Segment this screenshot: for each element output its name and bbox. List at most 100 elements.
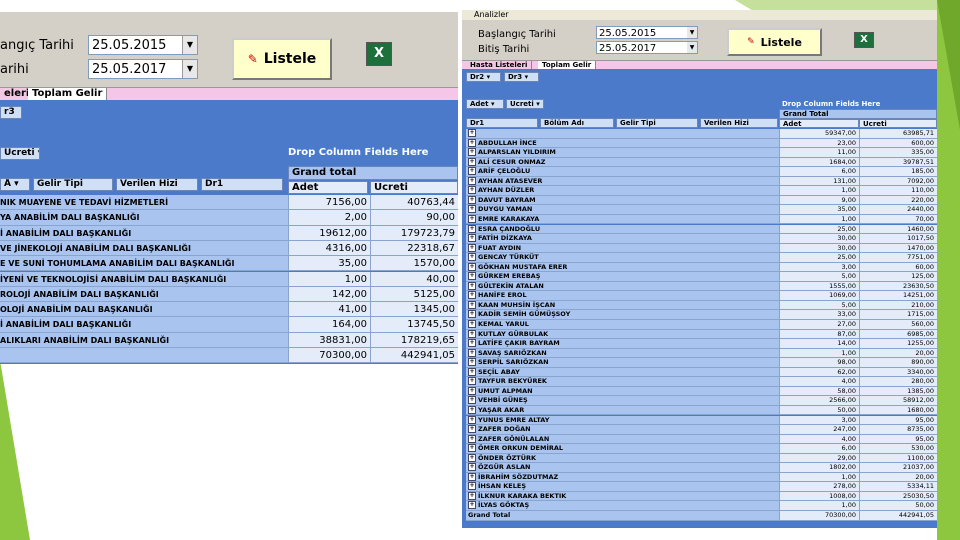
plus-icon[interactable]: + <box>468 148 476 157</box>
table-row[interactable]: + VEHBİ GÜNEŞ 2566,00 58912,00 <box>462 396 937 406</box>
table-row[interactable]: + SERPİL SARIÖZKAN 98,00 890,00 <box>462 358 937 368</box>
row-field-dr1[interactable]: Dr1 <box>466 118 538 128</box>
table-row[interactable]: + GÜLTEKİN ATALAN 1555,00 23630,50 <box>462 281 937 292</box>
plus-icon[interactable]: + <box>468 415 476 424</box>
table-row[interactable]: NIK MUAYENE VE TEDAVİ HİZMETLERİ 7156,00 4… <box>0 195 458 211</box>
table-row[interactable]: + DUYGU YAMAN 35,00 2440,00 <box>462 205 937 215</box>
table-row[interactable]: + ALİ CESUR ONMAZ 1684,00 39787,51 <box>462 157 937 168</box>
table-row[interactable]: + FATİH DİZKAYA 30,00 1017,50 <box>462 234 937 244</box>
table-row[interactable]: + İBRAHİM SÖZDUTMAZ 1,00 20,00 <box>462 472 937 483</box>
plus-icon[interactable]: + <box>468 310 476 319</box>
end-date-field[interactable]: 25.05.2017 ▼ <box>88 59 198 79</box>
plus-icon[interactable]: + <box>468 329 476 338</box>
row-field-bolum-adi[interactable]: Bölüm Adı <box>540 118 614 128</box>
plus-icon[interactable]: + <box>468 167 476 176</box>
plus-icon[interactable]: + <box>468 377 476 386</box>
plus-icon[interactable]: + <box>468 214 476 223</box>
table-row[interactable]: + KEMAL YARUL 27,00 560,00 <box>462 320 937 330</box>
table-row[interactable]: İYENİ VE TEKNOLOJİSİ ANABİLİM DALI BAŞKA… <box>0 271 458 287</box>
plus-icon[interactable]: + <box>468 234 476 243</box>
excel-icon[interactable]: X <box>366 42 392 66</box>
table-row[interactable]: OLOJİ ANABİLİM DALI BAŞKANLIĞI 41,00 1345,… <box>0 302 458 318</box>
table-row[interactable]: + FUAT AYDIN 30,00 1470,00 <box>462 243 937 254</box>
plus-icon[interactable]: + <box>468 453 476 462</box>
table-row[interactable]: + ESRA ÇANDOĞLU 25,00 1460,00 <box>462 224 937 235</box>
plus-icon[interactable]: + <box>468 262 476 271</box>
table-row[interactable]: + TAYFUR BEKYÜREK 4,00 280,00 <box>462 377 937 387</box>
table-row[interactable]: + İLYAS GÖKTAŞ 1,00 50,00 <box>462 501 937 511</box>
chevron-down-icon[interactable]: ▼ <box>182 36 197 54</box>
table-row[interactable]: + ÖMER ORKUN DEMİRAL 6,00 530,00 <box>462 444 937 454</box>
table-row[interactable]: +59347,00 63985,71 <box>462 129 937 139</box>
data-field-ucreti[interactable]: Ücreti ▾ <box>506 99 544 109</box>
plus-icon[interactable]: + <box>468 224 476 233</box>
plus-icon[interactable]: + <box>468 243 476 252</box>
table-row[interactable]: + İLKNUR KARAKA BEKTIK 1008,00 25030,50 <box>462 491 937 502</box>
row-field-gelir-tipi[interactable]: Gelir Tipi <box>33 178 113 191</box>
plus-icon[interactable]: + <box>468 129 476 137</box>
table-row[interactable]: + ZAFER DOĞAN 247,00 8735,00 <box>462 425 937 435</box>
plus-icon[interactable]: + <box>468 482 476 491</box>
table-row[interactable]: + YUNUS EMRE ALTAY 3,00 95,00 <box>462 415 937 426</box>
plus-icon[interactable]: + <box>468 425 476 434</box>
table-row[interactable]: VE JİNEKOLOJİ ANABİLİM DALI BAŞKANLIĞI 43… <box>0 240 458 257</box>
table-row[interactable]: YA ANABİLİM DALI BAŞKANLIĞI 2,00 90,00 <box>0 210 458 226</box>
plus-icon[interactable]: + <box>468 300 476 309</box>
table-row[interactable]: ROLOJİ ANABİLİM DALI BAŞKANLIĞI 142,00 512… <box>0 286 458 303</box>
filter-field-dr3[interactable]: r3 <box>0 106 22 119</box>
plus-icon[interactable]: + <box>468 291 476 300</box>
table-row[interactable]: İ ANABİLİM DALI BAŞKANLIĞI 164,00 13745,50 <box>0 317 458 333</box>
table-row[interactable]: + GENCAY TÜRKÜT 25,00 7751,00 <box>462 253 937 263</box>
plus-icon[interactable]: + <box>468 176 476 185</box>
table-row[interactable]: + LATİFE ÇAKIR BAYRAM 14,00 1255,00 <box>462 339 937 349</box>
list-button-right[interactable]: ✎ Listele <box>727 28 822 56</box>
table-row[interactable]: + ÖNDER ÖZTÜRK 29,00 1100,00 <box>462 453 937 464</box>
table-row[interactable]: + ALPARSLAN YILDIRIM 11,00 335,00 <box>462 148 937 158</box>
plus-icon[interactable]: + <box>468 463 476 472</box>
plus-icon[interactable]: + <box>468 348 476 357</box>
table-row[interactable]: + ÖZGÜR ASLAN 1802,00 21037,00 <box>462 463 937 473</box>
plus-icon[interactable]: + <box>468 405 476 414</box>
table-row[interactable]: + UMUT ALPMAN 58,00 1385,00 <box>462 386 937 397</box>
end-date-field-right[interactable]: 25.05.2017 ▼ <box>596 41 698 54</box>
plus-icon[interactable]: + <box>468 205 476 214</box>
table-row[interactable]: + KUTLAY GÜRBULAK 87,00 6985,00 <box>462 329 937 340</box>
start-date-field[interactable]: 25.05.2015 ▼ <box>88 35 198 55</box>
plus-icon[interactable]: + <box>468 186 476 195</box>
row-field-verilen-hizi[interactable]: Verilen Hizi <box>116 178 198 191</box>
table-row[interactable]: + KADİR SEMİH GÜMÜŞSOY 33,00 1715,00 <box>462 310 937 320</box>
table-row[interactable]: İ ANABİLİM DALI BAŞKANLIĞI 19612,00 179723… <box>0 225 458 241</box>
chevron-down-icon[interactable]: ▼ <box>182 60 197 78</box>
filter-field-dr3[interactable]: Dr3 ▾ <box>504 72 539 82</box>
table-row[interactable]: + AYHAN ATASEVER 131,00 7092,00 <box>462 176 937 187</box>
plus-icon[interactable]: + <box>468 396 476 405</box>
excel-icon[interactable]: X <box>854 32 874 48</box>
table-row[interactable]: + AYHAN DÜZLER 1,00 110,00 <box>462 186 937 196</box>
data-field-ucreti[interactable]: Ücreti ▾ <box>0 147 40 160</box>
plus-icon[interactable]: + <box>468 434 476 443</box>
plus-icon[interactable]: + <box>468 501 476 510</box>
plus-icon[interactable]: + <box>468 367 476 376</box>
table-row[interactable]: + HANİFE EROL 1069,00 14251,00 <box>462 291 937 301</box>
table-row[interactable]: + YAŞAR AKAR 50,00 1680,00 <box>462 405 937 416</box>
plus-icon[interactable]: + <box>468 444 476 453</box>
plus-icon[interactable]: + <box>468 358 476 367</box>
plus-icon[interactable]: + <box>468 253 476 262</box>
filter-field-dr2[interactable]: Dr2 ▾ <box>466 72 501 82</box>
row-field-a[interactable]: Å ▾ <box>0 178 30 191</box>
table-row[interactable]: + DAVUT BAYRAM 9,00 220,00 <box>462 195 937 206</box>
plus-icon[interactable]: + <box>468 272 476 281</box>
plus-icon[interactable]: + <box>468 320 476 328</box>
plus-icon[interactable]: + <box>468 281 476 290</box>
tab-total-income[interactable]: Toplam Gelir <box>28 88 108 100</box>
row-field-verilen-hizi[interactable]: Verilen Hizi <box>700 118 778 128</box>
data-field-adet[interactable]: Adet ▾ <box>466 99 504 109</box>
table-row[interactable]: + GÖKHAN MUSTAFA ERER 3,00 60,00 <box>462 262 937 273</box>
table-row[interactable]: + EMRE KARAKAYA 1,00 70,00 <box>462 214 937 225</box>
plus-icon[interactable]: + <box>468 157 476 166</box>
plus-icon[interactable]: + <box>468 138 476 147</box>
plus-icon[interactable]: + <box>468 195 476 204</box>
list-button[interactable]: ✎ Listele <box>232 38 332 80</box>
table-row[interactable]: + KAAN MUHSİN İŞCAN 5,00 210,00 <box>462 300 937 311</box>
plus-icon[interactable]: + <box>468 491 476 500</box>
